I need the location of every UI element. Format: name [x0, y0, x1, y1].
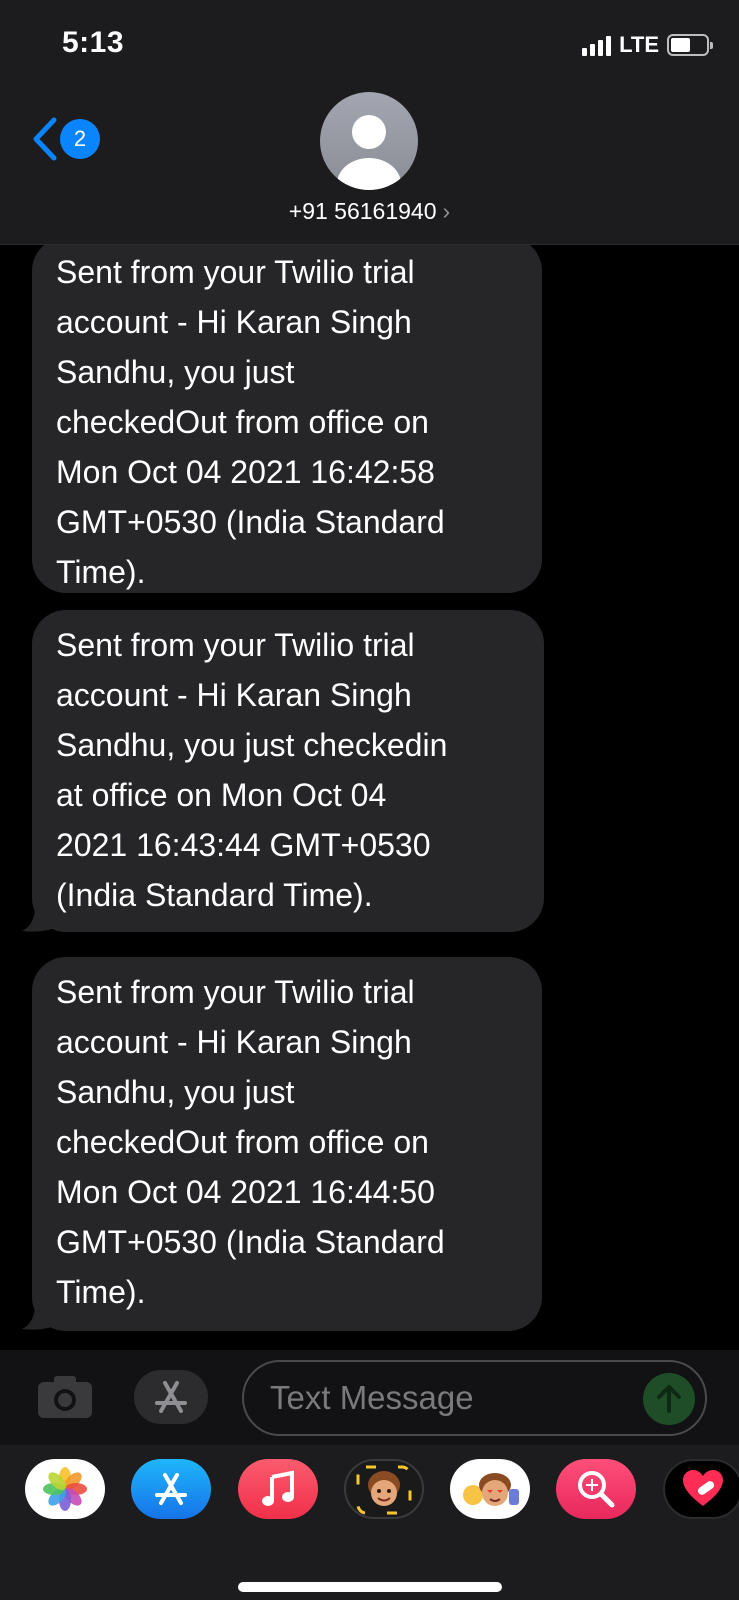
contact-number: +91 56161940	[288, 198, 437, 224]
message-bubble[interactable]: Sent from your Twilio trial account - Hi…	[32, 957, 542, 1331]
person-icon	[337, 115, 401, 190]
chevron-right-icon: ›	[442, 198, 451, 224]
network-label: LTE	[619, 32, 659, 57]
message-bubble[interactable]: Sent from your Twilio trial account - Hi…	[32, 245, 542, 593]
status-time: 5:13	[62, 26, 125, 59]
chevron-left-icon	[30, 116, 58, 162]
image-search-icon[interactable]	[556, 1459, 636, 1519]
memoji-icon[interactable]	[344, 1459, 424, 1519]
music-icon[interactable]	[238, 1459, 318, 1519]
messages-screen: 5:13 LTE 2 +91 56161940 › Sent from your…	[0, 0, 739, 1600]
app-store-icon	[155, 1381, 187, 1413]
message-list[interactable]: Sent from your Twilio trial account - Hi…	[0, 245, 739, 1350]
digital-touch-icon[interactable]	[663, 1459, 739, 1519]
animoji-stickers-icon[interactable]	[450, 1459, 530, 1519]
unread-badge: 2	[60, 119, 100, 159]
message-input[interactable]: Text Message	[242, 1360, 707, 1436]
status-indicators: LTE	[582, 32, 713, 58]
home-indicator[interactable]	[238, 1582, 502, 1592]
message-composer: Text Message	[0, 1350, 739, 1445]
contact-avatar[interactable]	[320, 92, 418, 190]
app-drawer	[0, 1445, 739, 1600]
battery-icon	[667, 34, 713, 56]
send-button[interactable]	[643, 1373, 695, 1425]
bubble-tail	[22, 899, 52, 932]
message-bubble[interactable]: Sent from your Twilio trial account - Hi…	[32, 610, 544, 932]
message-input-placeholder: Text Message	[270, 1379, 474, 1416]
bubble-tail	[22, 1297, 52, 1330]
back-button[interactable]: 2	[30, 116, 100, 162]
signal-icon	[582, 34, 612, 56]
camera-icon	[38, 1376, 92, 1418]
app-store-icon[interactable]	[131, 1459, 211, 1519]
camera-button[interactable]	[36, 1374, 94, 1420]
conversation-header: 5:13 LTE 2 +91 56161940 ›	[0, 0, 739, 245]
contact-name[interactable]: +91 56161940 ›	[0, 198, 739, 225]
arrow-up-icon	[657, 1385, 681, 1413]
photos-icon[interactable]	[25, 1459, 105, 1519]
apps-button[interactable]	[134, 1370, 208, 1424]
